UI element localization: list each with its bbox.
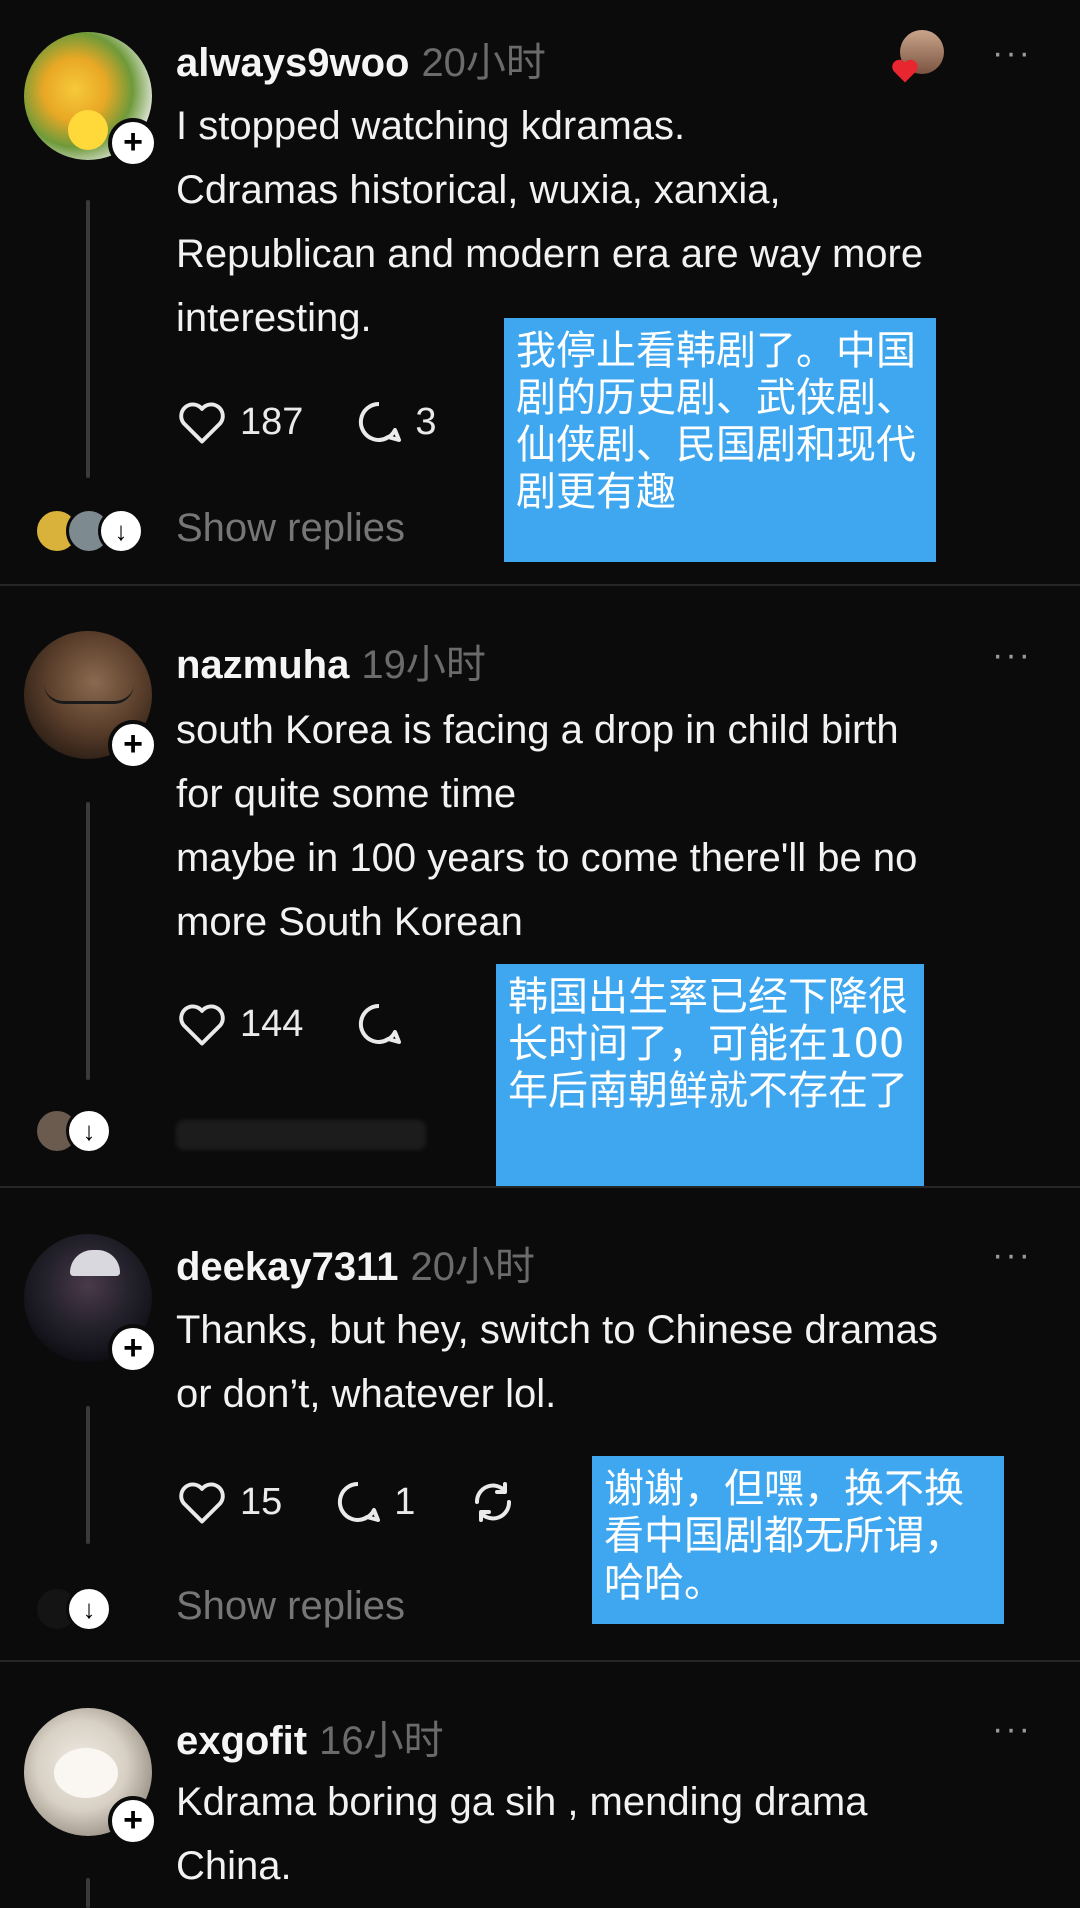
follow-button[interactable]: + [108,1324,158,1374]
action-bar: 15 1 [176,1478,583,1526]
post-deekay7311[interactable]: + deekay7311 20小时 ··· Thanks, but hey, sw… [0,1188,1080,1660]
action-bar: 187 3 [176,398,489,446]
timestamp: 16小时 [319,1719,444,1763]
expand-icon[interactable]: ↓ [66,1108,112,1154]
reply-avatars[interactable]: ↓ [34,508,144,554]
username[interactable]: deekay7311 [176,1245,398,1289]
username[interactable]: exgofit [176,1719,307,1763]
reply-button[interactable]: 3 [355,398,437,446]
thread-line [86,1878,90,1908]
reply-avatars[interactable]: ↓ [34,1108,112,1154]
post-body: Thanks, but hey, switch to Chinese drama… [176,1298,1016,1426]
expand-icon[interactable]: ↓ [66,1586,112,1632]
like-count: 187 [240,400,304,443]
timestamp: 20小时 [421,41,546,85]
thread-line [86,1406,90,1544]
follow-button[interactable]: + [108,1796,158,1846]
glasses-icon [44,671,134,704]
reply-button[interactable]: 1 [334,1478,415,1526]
post-line: maybe in 100 years to come there'll be n… [176,836,918,880]
post-body: south Korea is facing a drop in child bi… [176,698,1016,954]
post-body: Kdrama boring ga sih , mending drama Chi… [176,1770,1016,1898]
heart-icon [179,1482,225,1524]
post-nazmuha[interactable]: + nazmuha 19小时 ··· south Korea is facing … [0,586,1080,1188]
thread-line [86,200,90,478]
post-line: Thanks, but hey, switch to Chinese drama… [176,1308,938,1352]
post-line: China. [176,1844,292,1888]
more-options-icon[interactable]: ··· [992,1236,1032,1275]
like-button[interactable]: 144 [176,1000,303,1048]
post-exgofit[interactable]: + exgofit 16小时 ··· Kdrama boring ga sih ,… [0,1662,1080,1908]
like-button[interactable]: 15 [176,1478,282,1526]
post-line: south Korea is facing a drop in child bi… [176,708,899,752]
more-options-icon[interactable]: ··· [992,636,1032,675]
post-always9woo[interactable]: + always9woo 20小时 ··· I stopped watching … [0,0,1080,584]
repost-button[interactable] [467,1478,531,1526]
post-line: more South Korean [176,900,523,944]
like-count: 144 [240,1002,304,1045]
repost-icon [475,1482,512,1522]
expand-icon[interactable]: ↓ [98,508,144,554]
post-body: I stopped watching kdramas. Cdramas hist… [176,94,1016,350]
smiley-icon [68,110,108,150]
post-line: Cdramas historical, wuxia, xanxia, [176,168,781,212]
heart-icon [179,1004,225,1046]
reply-button[interactable] [355,1000,415,1048]
post-line: Republican and modern era are way more [176,232,924,276]
timestamp: 20小时 [410,1245,535,1289]
post-header: exgofit 16小时 [176,1708,444,1766]
reply-count: 1 [394,1480,416,1523]
show-replies-link[interactable]: Show replies [176,1584,405,1629]
more-options-icon[interactable]: ··· [992,1710,1032,1749]
reaction-avatar[interactable] [890,30,946,86]
post-header: always9woo 20小时 [176,30,546,88]
post-header: nazmuha 19小时 [176,632,486,690]
post-line: for quite some time [176,772,517,816]
translation-box: 韩国出生率已经下降很长时间了，可能在100年后南朝鲜就不存在了 [496,964,924,1188]
username[interactable]: nazmuha [176,643,349,687]
post-line: Kdrama boring ga sih , mending drama [176,1780,868,1824]
heart-icon [179,402,225,444]
post-line: or don’t, whatever lol. [176,1372,557,1416]
post-header: deekay7311 20小时 [176,1234,535,1292]
like-button[interactable]: 187 [176,398,303,446]
translation-box: 谢谢，但嘿，换不换看中国剧都无所谓，哈哈。 [592,1456,1004,1624]
post-line: I stopped watching kdramas. [176,104,686,148]
cat-icon [54,1748,118,1798]
show-replies-link[interactable]: Show replies [176,506,405,551]
thread-line [86,802,90,1080]
follow-button[interactable]: + [108,118,158,168]
reply-icon [359,401,402,442]
more-options-icon[interactable]: ··· [992,34,1032,73]
like-count: 15 [240,1480,283,1523]
translation-box: 我停止看韩剧了。中国剧的历史剧、武侠剧、仙侠剧、民国剧和现代剧更有趣 [504,318,936,562]
reply-icon [359,1003,402,1044]
heart-icon [892,59,918,83]
reply-icon [338,1481,381,1522]
username[interactable]: always9woo [176,41,409,85]
follow-button[interactable]: + [108,720,158,770]
blurred-text [176,1120,426,1150]
reply-avatars[interactable]: ↓ [34,1586,112,1632]
timestamp: 19小时 [361,643,486,687]
action-bar: 144 [176,1000,467,1048]
reply-count: 3 [415,400,437,443]
cap-icon [70,1250,120,1276]
